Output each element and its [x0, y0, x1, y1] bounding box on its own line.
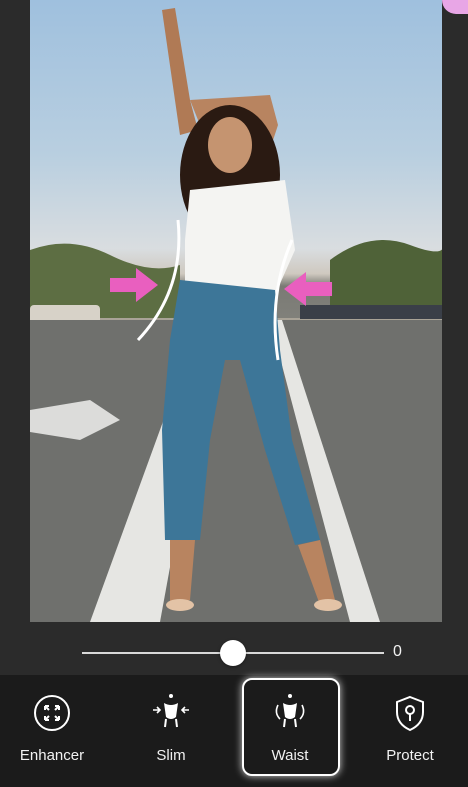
- arrow-left-icon: [284, 272, 332, 306]
- tool-label: Enhancer: [19, 747, 85, 764]
- tool-label: Protect: [386, 747, 434, 764]
- slim-icon: [153, 694, 189, 728]
- waist-guide-right-curve: [273, 239, 294, 361]
- arrow-right-icon: [110, 268, 158, 302]
- tool-waist[interactable]: Waist: [240, 675, 340, 787]
- protect-icon: [396, 695, 424, 732]
- waist-guide-overlay[interactable]: [30, 0, 442, 622]
- enhancer-icon: [34, 695, 70, 731]
- photo-canvas[interactable]: [30, 0, 442, 622]
- slider-value: 0: [393, 643, 402, 660]
- tool-toolbar: Enhancer Slim Waist Protect: [0, 675, 468, 787]
- tool-label: Slim: [156, 747, 186, 764]
- tool-protect[interactable]: Protect: [360, 675, 460, 787]
- tool-enhancer[interactable]: Enhancer: [2, 675, 102, 787]
- tool-slim[interactable]: Slim: [121, 675, 221, 787]
- corner-accent: [442, 0, 468, 14]
- tool-label: Waist: [271, 747, 309, 764]
- waist-icon: [275, 694, 305, 728]
- intensity-slider-thumb[interactable]: [220, 640, 246, 666]
